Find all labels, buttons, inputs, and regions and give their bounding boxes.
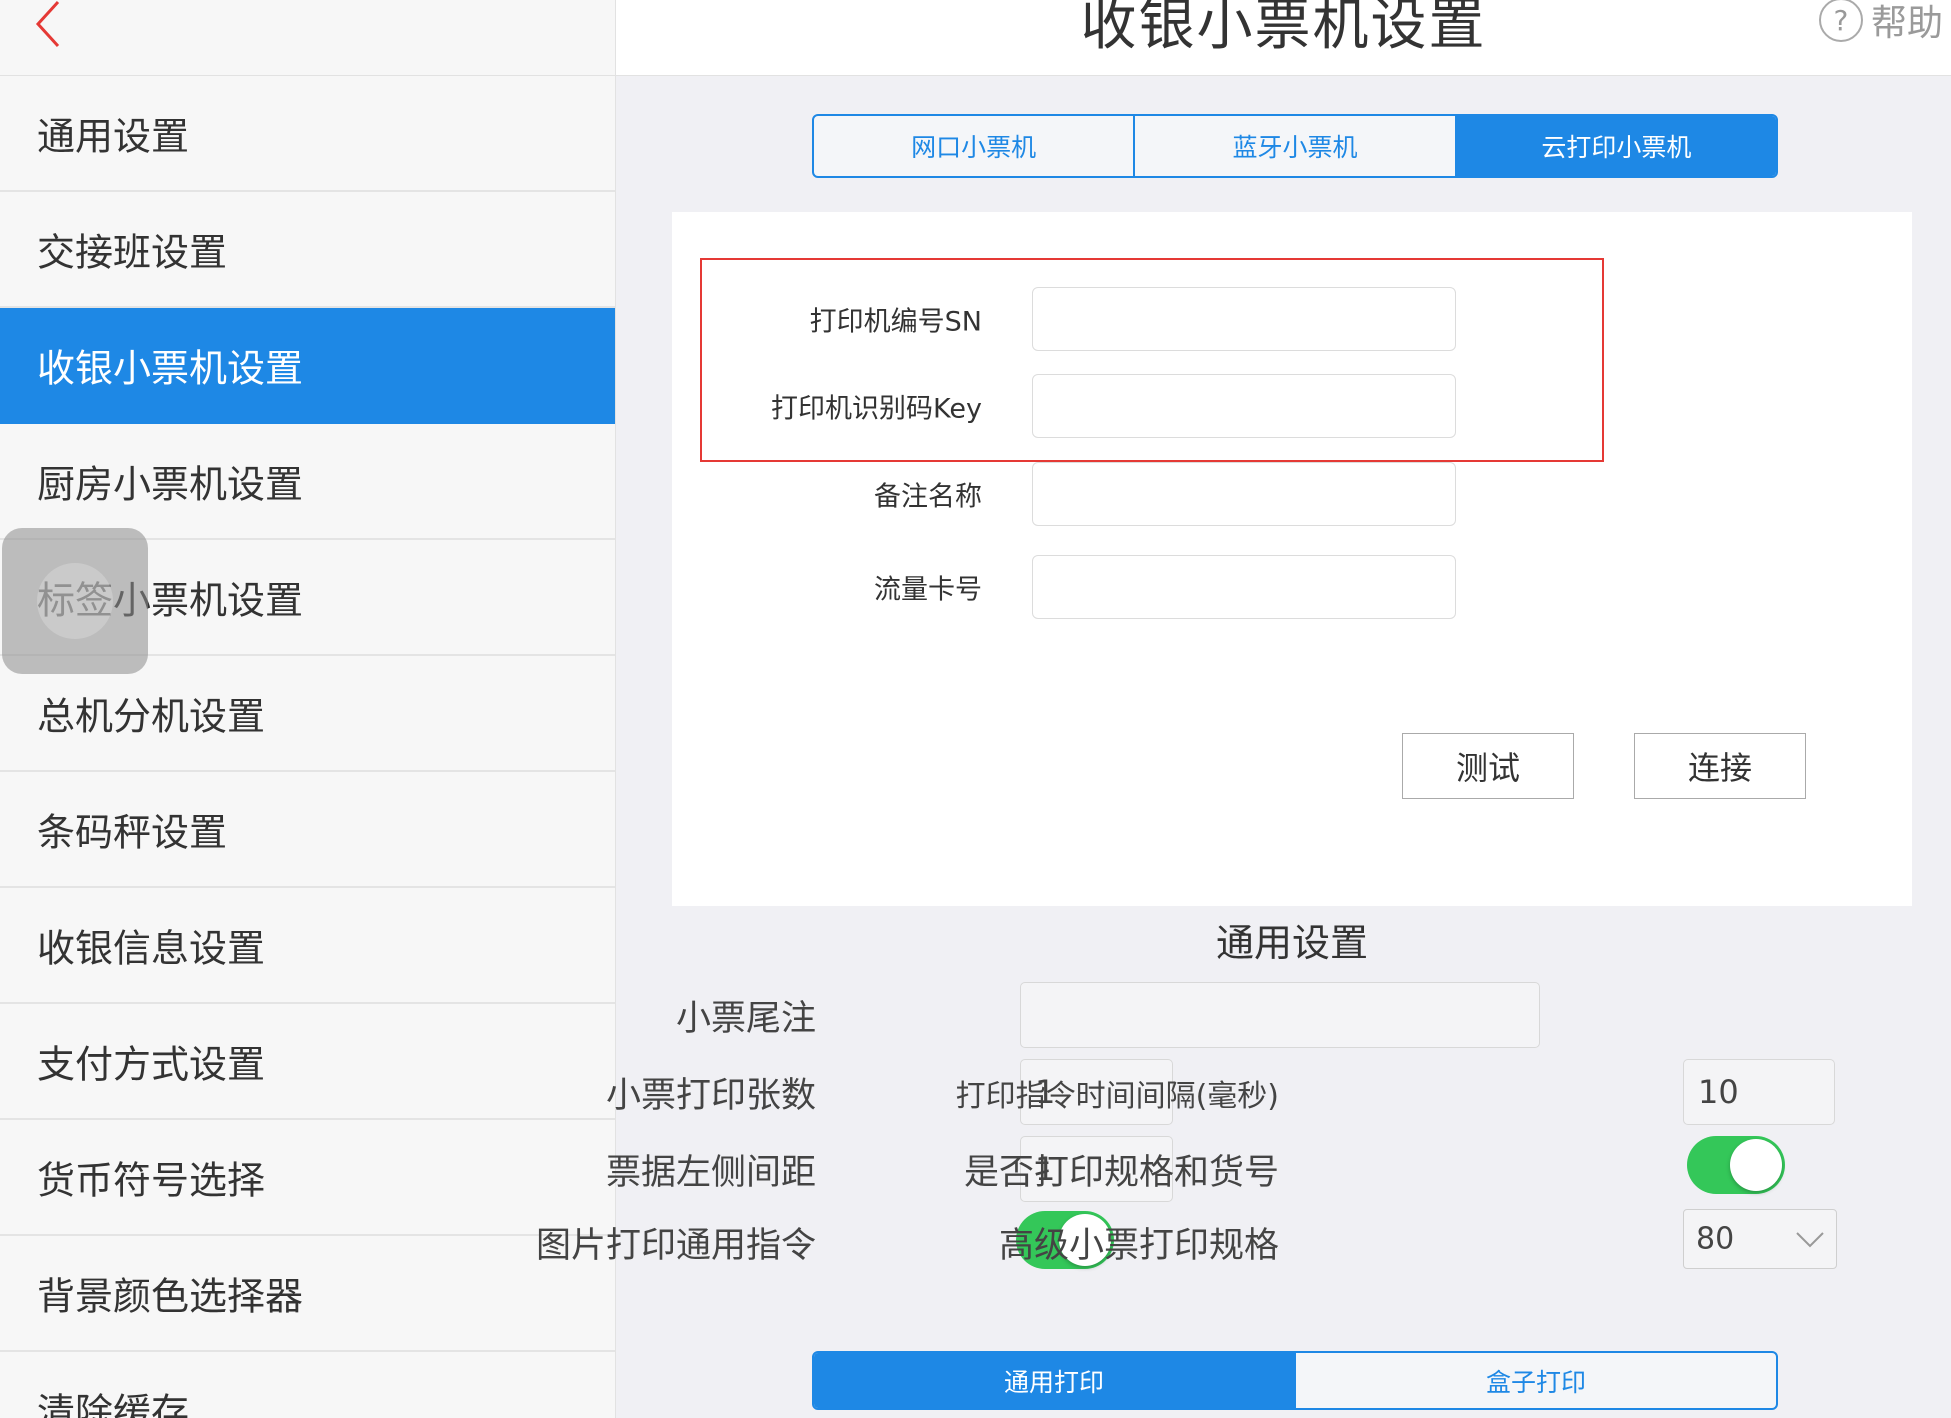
sidebar-item-label: 支付方式设置: [37, 1042, 266, 1087]
sidebar-item-clear-cache[interactable]: 清除缓存: [0, 1352, 615, 1418]
help-button[interactable]: ? 帮助: [1818, 0, 1943, 46]
sidebar-item-cashier-printer[interactable]: 收银小票机设置: [0, 308, 615, 424]
sidebar-item-label: 交接班设置: [37, 230, 228, 275]
sidebar-item-label: 标签小票机设置: [37, 578, 304, 623]
print-spec-sku-toggle[interactable]: [1687, 1136, 1785, 1194]
tab-network-printer[interactable]: 网口小票机: [814, 116, 1136, 176]
sn-input[interactable]: [1032, 287, 1456, 351]
remark-input[interactable]: [1032, 462, 1456, 526]
sidebar-item-master-slave[interactable]: 总机分机设置: [0, 656, 615, 772]
remark-label: 备注名称: [874, 481, 982, 513]
sidebar-item-label: 总机分机设置: [37, 694, 266, 739]
print-copies-label: 小票打印张数: [605, 1076, 816, 1116]
sidebar-item-currency-symbol[interactable]: 货币符号选择: [0, 1120, 615, 1236]
main-panel: 收银小票机设置 ? 帮助 网口小票机 蓝牙小票机 云打印小票机 打印机编号SN …: [536, 0, 1951, 1418]
chevron-left-icon: [35, 0, 60, 48]
advanced-spec-select[interactable]: 80: [1683, 1209, 1837, 1269]
sidebar-item-cashier-info[interactable]: 收银信息设置: [0, 888, 615, 1004]
printer-type-tabs: 网口小票机 蓝牙小票机 云打印小票机: [812, 114, 1778, 178]
sidebar-item-label: 货币符号选择: [37, 1158, 266, 1203]
remark-row: 备注名称: [672, 462, 1572, 526]
sidebar-item-background-color[interactable]: 背景颜色选择器: [0, 1236, 615, 1352]
left-margin-label: 票据左侧间距: [605, 1153, 816, 1193]
top-bar: 收银小票机设置 ? 帮助: [616, 0, 1951, 76]
toggle-knob: [1730, 1139, 1782, 1191]
connect-button[interactable]: 连接: [1634, 733, 1806, 799]
image-cmd-label: 图片打印通用指令: [535, 1226, 816, 1266]
tab-general-print[interactable]: 通用打印: [814, 1353, 1296, 1408]
sidebar-item-label: 背景颜色选择器: [37, 1274, 304, 1319]
help-icon: ?: [1818, 0, 1863, 42]
sidebar-item-label: 通用设置: [37, 114, 190, 159]
cmd-interval-label: 打印指令时间间隔(毫秒): [955, 1079, 1279, 1114]
sidebar-item-label-printer[interactable]: 标签小票机设置: [0, 540, 615, 656]
general-settings-title: 通用设置: [1215, 921, 1368, 965]
receipt-footer-input[interactable]: [1020, 982, 1540, 1048]
sn-row: 打印机编号SN: [672, 287, 1572, 351]
sidebar-item-payment-methods[interactable]: 支付方式设置: [0, 1004, 615, 1120]
sidebar-item-general[interactable]: 通用设置: [0, 76, 615, 192]
sidebar-item-barcode-scale[interactable]: 条码秤设置: [0, 772, 615, 888]
back-button[interactable]: [22, 0, 82, 58]
advanced-spec-value: 80: [1696, 1221, 1735, 1257]
sn-label: 打印机编号SN: [809, 306, 982, 338]
tab-box-print[interactable]: 盒子打印: [1296, 1353, 1776, 1408]
key-row: 打印机识别码Key: [672, 374, 1572, 438]
sidebar-item-label: 清除缓存: [37, 1390, 190, 1418]
test-button[interactable]: 测试: [1402, 733, 1574, 799]
sidebar-item-label: 收银信息设置: [37, 926, 266, 971]
receipt-footer-label: 小票尾注: [675, 999, 816, 1039]
sidebar-item-label: 收银小票机设置: [37, 346, 304, 391]
sidebar-item-kitchen-printer[interactable]: 厨房小票机设置: [0, 424, 615, 540]
sidebar-item-shift[interactable]: 交接班设置: [0, 192, 615, 308]
help-label: 帮助: [1870, 3, 1943, 44]
cmd-interval-input[interactable]: 10: [1683, 1059, 1835, 1125]
sidebar-item-label: 厨房小票机设置: [37, 462, 304, 507]
sidebar-item-label: 条码秤设置: [37, 810, 228, 855]
tab-bluetooth-printer[interactable]: 蓝牙小票机: [1135, 116, 1457, 176]
tab-cloud-printer[interactable]: 云打印小票机: [1456, 116, 1776, 176]
sim-row: 流量卡号: [672, 555, 1572, 619]
advanced-spec-label: 高级小票打印规格: [998, 1226, 1279, 1266]
sim-input[interactable]: [1032, 555, 1456, 619]
key-label: 打印机识别码Key: [771, 393, 982, 425]
page-title: 收银小票机设置: [1080, 0, 1487, 58]
cloud-printer-card: 打印机编号SN 打印机识别码Key 备注名称 流量卡号 测试 连接: [672, 212, 1912, 906]
sidebar: 通用设置 交接班设置 收银小票机设置 厨房小票机设置 标签小票机设置 总机分机设…: [0, 0, 616, 1418]
key-input[interactable]: [1032, 374, 1456, 438]
print-spec-sku-label: 是否打印规格和货号: [963, 1153, 1279, 1193]
sim-label: 流量卡号: [874, 574, 982, 606]
print-mode-tabs: 通用打印 盒子打印: [812, 1351, 1778, 1410]
sidebar-header: [0, 0, 615, 76]
chevron-down-icon: [1796, 1232, 1824, 1248]
